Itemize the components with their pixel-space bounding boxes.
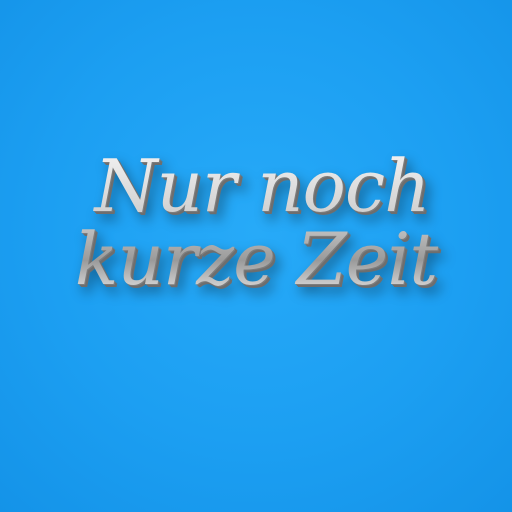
promo-canvas: Nur noch kurze Zeit	[0, 0, 512, 512]
headline-line-2: kurze Zeit	[74, 217, 438, 302]
headline-line-1: Nur noch	[94, 144, 430, 228]
promo-headline: Nur noch kurze Zeit	[0, 150, 512, 297]
